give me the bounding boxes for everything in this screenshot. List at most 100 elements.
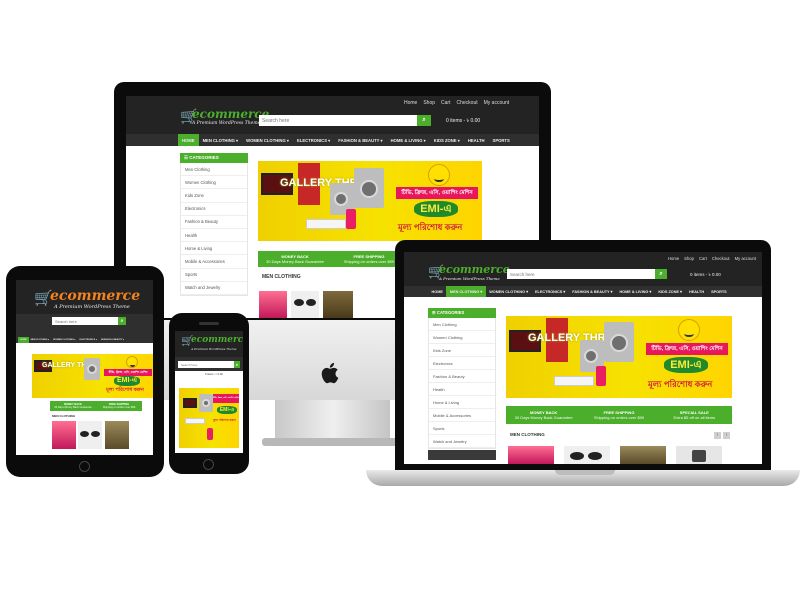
product-card[interactable] xyxy=(564,446,610,464)
banner-offer-line: টিভি, ফ্রিজ, এসি, ওয়াশিং মেশিন xyxy=(396,187,478,199)
nav-kids-zone[interactable]: KIDS ZONE ▾ xyxy=(430,134,464,146)
site-logo[interactable]: 🛒 ecommerce A Premium WordPress Theme xyxy=(428,262,510,284)
header-cart[interactable]: 0 items - ৳ 0.00 xyxy=(690,272,721,279)
search-input[interactable] xyxy=(52,317,118,325)
macbook-notch xyxy=(555,470,615,475)
product-card[interactable] xyxy=(676,446,722,464)
top-link-checkout[interactable]: Checkout xyxy=(456,100,477,106)
header-cart[interactable]: 0 items - ৳ 0.00 xyxy=(446,118,480,126)
search-input[interactable] xyxy=(178,361,234,368)
product-card[interactable] xyxy=(52,421,76,449)
promo-bar: MONEY BACK 30 Days Money Back Guarantee F… xyxy=(50,401,142,411)
category-item[interactable]: Home & Living xyxy=(181,242,247,256)
nav-home-living[interactable]: HOME & LIVING ▾ xyxy=(616,286,655,297)
nav-electronics[interactable]: ELECTRONICS ▾ xyxy=(78,336,99,343)
category-item[interactable]: Electronics xyxy=(429,357,495,370)
category-item[interactable]: Men Clothing xyxy=(429,318,495,331)
nav-women-clothing[interactable]: WOMEN CLOTHING ▾ xyxy=(242,134,293,146)
nav-sports[interactable]: SPORTS xyxy=(708,286,731,297)
hero-banner[interactable]: GALLERY THREE টিভি, ফ্রিজ, এসি, ওয়াশিং … xyxy=(258,161,482,241)
product-card[interactable] xyxy=(291,291,319,318)
top-link-shop[interactable]: Shop xyxy=(684,256,694,261)
air-conditioner-image xyxy=(554,376,594,386)
search-button[interactable]: ⌕ xyxy=(417,115,431,126)
phone-image xyxy=(207,428,213,440)
product-card[interactable] xyxy=(105,421,129,449)
nav-kids-zone[interactable]: KIDS ZONE ▾ xyxy=(655,286,686,297)
carousel-next-button[interactable]: › xyxy=(723,432,730,439)
category-item[interactable]: Sports xyxy=(429,422,495,435)
product-card[interactable] xyxy=(259,291,287,318)
nav-health[interactable]: HEALTH xyxy=(685,286,707,297)
hero-banner[interactable]: টিভি, ফ্রিজ, এসি, ওয়াশিং মেশিন EMI-এ মূ… xyxy=(179,388,239,448)
nav-electronics[interactable]: ELECTRONICS ▾ xyxy=(532,286,569,297)
top-link-account[interactable]: My account xyxy=(484,100,510,106)
top-link-cart[interactable]: Cart xyxy=(441,100,450,106)
promo-bar: MONEY BACK 30 Days Money Back Guarantee F… xyxy=(506,406,732,424)
category-item[interactable]: Women Clothing xyxy=(429,331,495,344)
nav-women-clothing[interactable]: WOMEN CLOTHING ▾ xyxy=(51,336,77,343)
top-links: Home Shop Cart Checkout My account xyxy=(668,256,756,261)
promo-bar: MONEY BACK 30 Days Money Back Guarantee F… xyxy=(258,251,406,267)
site-logo[interactable]: 🛒 ecommerce A Premium WordPress Theme xyxy=(34,286,140,312)
hero-banner[interactable]: GALLERY THREE টিভি, ফ্রিজ, এসি, ওয়াশিং … xyxy=(506,316,732,398)
banner-price-line: মূল্য পরিশোধ করুন xyxy=(106,387,144,393)
site-logo[interactable]: 🛒 ecommerce A Premium WordPress Theme xyxy=(181,334,243,356)
category-item[interactable]: Sports xyxy=(181,269,247,282)
top-link-cart[interactable]: Cart xyxy=(699,256,707,261)
category-item[interactable]: Kids Zone xyxy=(181,189,247,203)
top-link-shop[interactable]: Shop xyxy=(423,100,435,106)
category-item[interactable]: Health xyxy=(429,383,495,396)
top-links: Home Shop Cart Checkout My account xyxy=(404,100,509,106)
top-link-account[interactable]: My account xyxy=(735,256,756,261)
category-item[interactable]: Home & Living xyxy=(429,396,495,409)
product-card[interactable] xyxy=(620,446,666,464)
category-item[interactable]: Kids Zone xyxy=(429,344,495,357)
category-item[interactable]: Women Clothing xyxy=(181,176,247,190)
product-card[interactable] xyxy=(323,291,353,318)
category-item[interactable]: Watch and Jewelry xyxy=(181,282,247,295)
category-item[interactable]: Mobile & Accessories xyxy=(181,255,247,269)
nav-home[interactable]: HOME xyxy=(178,134,199,146)
category-item[interactable]: Fashion & Beauty xyxy=(429,370,495,383)
nav-health[interactable]: HEALTH xyxy=(464,134,489,146)
hero-banner[interactable]: GALLERY THREE টিভি, ফ্রিজ, এসি, ওয়াশিং … xyxy=(32,354,153,398)
nav-fashion-beauty[interactable]: FASHION & BEAUTY ▾ xyxy=(569,286,616,297)
category-item[interactable]: Mobile & Accessories xyxy=(429,409,495,422)
product-card[interactable] xyxy=(508,446,554,464)
nav-electronics[interactable]: ELECTRONICS ▾ xyxy=(293,134,334,146)
search-input[interactable] xyxy=(259,115,417,126)
top-link-home[interactable]: Home xyxy=(668,256,679,261)
top-link-checkout[interactable]: Checkout xyxy=(712,256,730,261)
nav-men-clothing[interactable]: MEN CLOTHING ▾ xyxy=(446,286,486,297)
category-item[interactable]: Fashion & Beauty xyxy=(181,216,247,229)
nav-fashion-beauty[interactable]: FASHION & BEAUTY ▾ xyxy=(334,134,386,146)
search-button[interactable]: ⌕ xyxy=(234,361,240,368)
category-item[interactable]: Electronics xyxy=(181,203,247,216)
smiley-icon xyxy=(126,356,138,368)
search-input[interactable] xyxy=(507,269,655,279)
category-item[interactable]: Men Clothing xyxy=(181,163,247,177)
nav-men-clothing[interactable]: MEN CLOTHING ▾ xyxy=(199,134,243,146)
site-logo[interactable]: 🛒 ecommerce A Premium WordPress Theme xyxy=(180,106,269,130)
product-card[interactable] xyxy=(78,421,102,449)
nav-fashion-beauty[interactable]: FASHION & BEAUTY ▾ xyxy=(99,336,126,343)
nav-home[interactable]: HOME xyxy=(18,336,29,343)
nav-home[interactable]: HOME xyxy=(428,286,446,297)
section-title: MEN CLOTHING xyxy=(262,274,301,280)
imac-stand-foot xyxy=(262,438,402,446)
main-nav: HOME MEN CLOTHING ▾ WOMEN CLOTHING ▾ ELE… xyxy=(126,134,539,146)
nav-men-clothing[interactable]: MEN CLOTHING ▾ xyxy=(29,336,52,343)
nav-sports[interactable]: SPORTS xyxy=(489,134,514,146)
banner-emi-badge: EMI-এ xyxy=(414,201,458,217)
search-button[interactable]: ⌕ xyxy=(118,317,126,325)
category-item[interactable]: Health xyxy=(181,229,247,243)
header-cart[interactable]: 0 items - ৳ 0.00 xyxy=(205,373,223,378)
search-button[interactable]: ⌕ xyxy=(655,269,667,279)
washing-machine-image xyxy=(84,358,100,380)
carousel-prev-button[interactable]: ‹ xyxy=(714,432,721,439)
top-link-home[interactable]: Home xyxy=(404,100,417,106)
nav-home-living[interactable]: HOME & LIVING ▾ xyxy=(387,134,430,146)
nav-women-clothing[interactable]: WOMEN CLOTHING ▾ xyxy=(486,286,532,297)
category-item[interactable]: Watch and Jewelry xyxy=(429,435,495,448)
